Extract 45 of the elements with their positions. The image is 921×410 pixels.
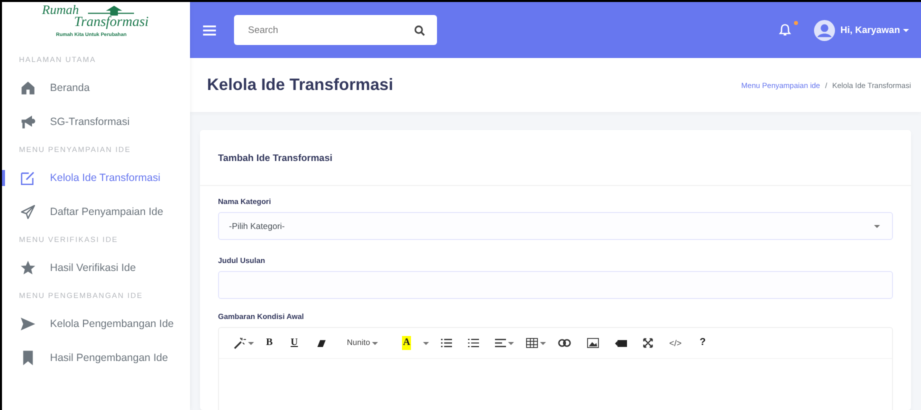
house-icon [88, 5, 134, 17]
bell-icon[interactable] [778, 23, 792, 37]
rich-text-editor[interactable]: B U Nunito A </> ? [218, 327, 893, 410]
send-icon [20, 316, 36, 332]
align-icon[interactable] [495, 338, 506, 348]
edit-icon [20, 170, 36, 186]
house-icon [20, 80, 36, 96]
code-view-button[interactable]: </> [669, 336, 682, 350]
sidebar-item[interactable]: Beranda [2, 71, 190, 105]
paper-plane-icon [20, 204, 36, 220]
page-title: Kelola Ide Transformasi [207, 76, 394, 94]
sidebar-item[interactable]: Kelola Pengembangan Ide [2, 307, 190, 341]
sidebar-item[interactable]: Kelola Ide Transformasi [2, 161, 190, 195]
bookmark-icon [20, 350, 36, 366]
megaphone-icon [20, 114, 36, 130]
search-field[interactable]: Search [234, 15, 437, 45]
table-icon[interactable] [526, 338, 538, 348]
font-dropdown[interactable]: Nunito [346, 336, 370, 350]
numbered-list-icon[interactable] [468, 338, 480, 348]
underline-button[interactable]: U [290, 336, 298, 350]
highlight-button[interactable]: A [402, 336, 412, 350]
search-icon[interactable] [414, 25, 425, 36]
logo-text: Transformasi [74, 16, 150, 30]
avatar-icon[interactable] [814, 20, 836, 40]
link-icon[interactable] [558, 339, 572, 347]
logo-text: Rumah [42, 3, 79, 16]
image-icon[interactable] [587, 338, 600, 348]
star-icon [20, 260, 36, 276]
menu-icon[interactable] [203, 24, 216, 36]
card-title: Tambah Ide Transformasi [200, 130, 911, 186]
title-input[interactable] [218, 271, 893, 299]
category-select[interactable]: -Pilih Kategori- [218, 212, 893, 240]
sidebar-item[interactable]: Hasil Pengembangan Ide [2, 341, 190, 375]
video-icon[interactable] [615, 338, 628, 348]
user-menu[interactable]: Hi, Karyawan [840, 24, 900, 36]
eraser-icon[interactable] [316, 338, 327, 348]
caret-icon [903, 28, 909, 32]
magic-wand-icon[interactable] [233, 336, 246, 350]
fullscreen-icon[interactable] [643, 338, 654, 348]
bold-button[interactable]: B [266, 336, 273, 350]
help-button[interactable]: ? [700, 336, 706, 350]
sidebar-item[interactable]: Daftar Penyampaian Ide [2, 195, 190, 229]
sidebar-item[interactable]: SG-Transformasi [2, 105, 190, 139]
sidebar-item[interactable]: Hasil Verifikasi Ide [2, 251, 190, 285]
bulleted-list-icon[interactable] [441, 338, 452, 348]
